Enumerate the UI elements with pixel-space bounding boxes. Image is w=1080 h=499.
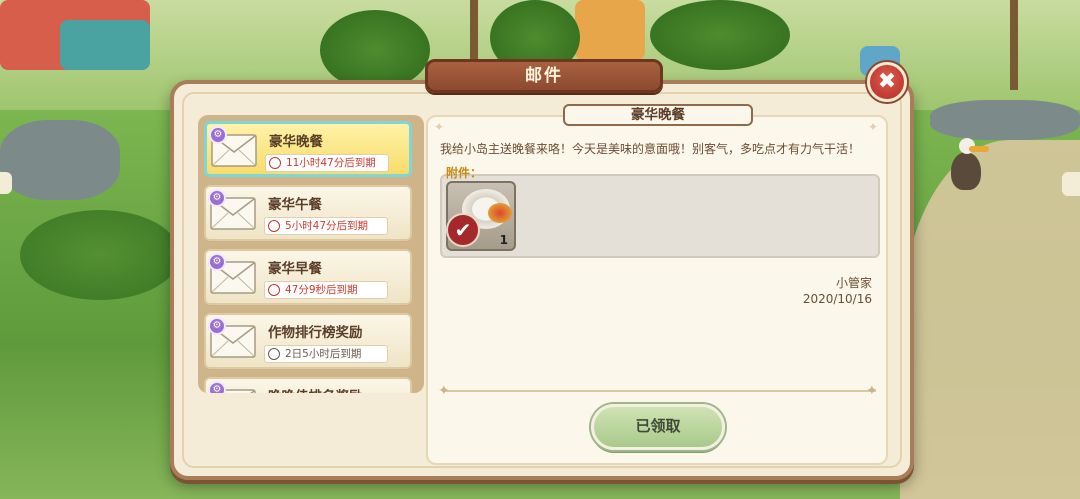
gear-icon: ⚙ xyxy=(208,189,226,207)
scroll-left-arrow[interactable] xyxy=(0,172,12,194)
close-icon: ✖ xyxy=(877,69,897,94)
mail-item-lunch[interactable]: ⚙ 豪华午餐 5小时47分后到期 xyxy=(204,185,412,241)
mail-detail-title: 豪华晚餐 xyxy=(563,104,753,126)
alarm-clock-icon xyxy=(268,284,280,296)
envelope-icon: ⚙ xyxy=(208,189,256,231)
close-button[interactable]: ✖ xyxy=(867,62,907,102)
mail-body-text: 我给小岛主送晚餐来咯！今天是美味的意面哦！别客气，多吃点才有力气干活！ xyxy=(440,142,861,156)
mail-item-title: 晚晚佳排名奖励 xyxy=(268,385,363,393)
divider-ornament: ✦ xyxy=(438,383,450,399)
gear-icon: ⚙ xyxy=(208,253,226,271)
mail-item-breakfast[interactable]: ⚙ 豪华早餐 47分9秒后到期 xyxy=(204,249,412,305)
expire-badge: 5小时47分后到期 xyxy=(264,217,388,235)
gear-icon: ⚙ xyxy=(209,126,227,144)
corner-ornament: ✦ xyxy=(434,120,445,134)
mail-item-title: 豪华早餐 xyxy=(268,261,322,277)
mail-item-partial[interactable]: ⚙ 晚晚佳排名奖励 xyxy=(204,377,412,393)
mail-list[interactable]: ⚙ 豪华晚餐 11小时47分后到期 ⚙ 豪华午餐 5小时47分后到期 ⚙ 豪华早… xyxy=(198,115,424,393)
alarm-clock-icon xyxy=(268,348,280,360)
window-title: 邮件 xyxy=(425,59,663,93)
attachment-item-slot[interactable]: ✔ 1 xyxy=(446,181,516,251)
mail-item-title: 作物排行榜奖励 xyxy=(268,325,363,341)
expire-badge: 11小时47分后到期 xyxy=(265,154,389,172)
envelope-icon: ⚙ xyxy=(208,317,256,359)
envelope-icon: ⚙ xyxy=(208,253,256,295)
mail-item-crop-ranking[interactable]: ⚙ 作物排行榜奖励 2日5小时后到期 xyxy=(204,313,412,369)
attachment-label: 附件： xyxy=(446,166,483,180)
gear-icon: ⚙ xyxy=(208,317,226,335)
corner-ornament: ✦ xyxy=(868,120,879,134)
mail-date: 2020/10/16 xyxy=(802,292,872,306)
expire-badge: 47分9秒后到期 xyxy=(264,281,388,299)
scroll-right-arrow[interactable] xyxy=(1062,172,1080,196)
claimed-button[interactable]: 已领取 xyxy=(591,404,725,450)
alarm-clock-icon xyxy=(269,157,281,169)
envelope-icon: ⚙ xyxy=(209,126,257,168)
item-quantity: 1 xyxy=(499,233,508,247)
expire-badge: 2日5小时后到期 xyxy=(264,345,388,363)
claimed-check-icon: ✔ xyxy=(446,213,480,247)
alarm-clock-icon xyxy=(268,220,280,232)
mail-item-title: 豪华午餐 xyxy=(268,197,322,213)
sender-name: 小管家 xyxy=(835,276,872,290)
divider-ornament: ✦ xyxy=(866,383,878,399)
mail-item-dinner[interactable]: ⚙ 豪华晚餐 11小时47分后到期 xyxy=(204,121,412,177)
gear-icon: ⚙ xyxy=(208,381,226,393)
envelope-icon: ⚙ xyxy=(208,381,256,393)
pelican-character xyxy=(945,138,989,196)
divider-line xyxy=(444,390,876,392)
mail-item-title: 豪华晚餐 xyxy=(269,134,323,150)
